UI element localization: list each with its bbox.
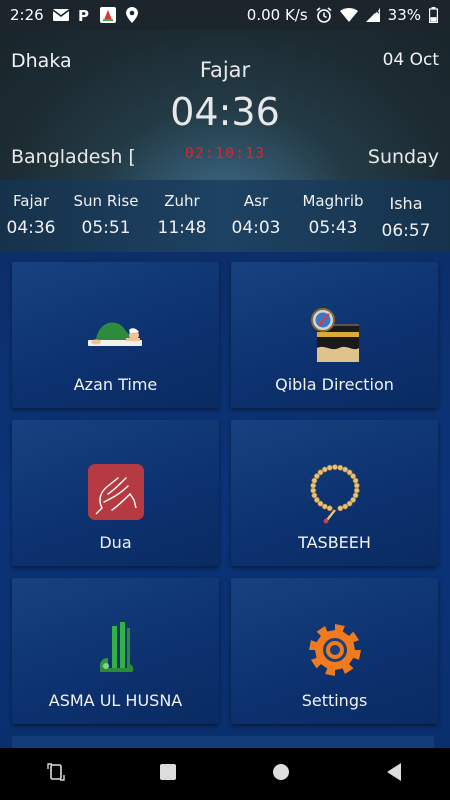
prayer-zuhr: Zuhr 11:48 [142, 192, 222, 238]
prayer-name: Isha [389, 194, 423, 213]
alarm-icon [316, 7, 332, 23]
tile-label: Dua [99, 533, 132, 552]
prayer-fajar: Fajar 04:36 [0, 192, 71, 238]
svg-text:P: P [78, 8, 89, 23]
asma-ul-husna-tile[interactable]: ASMA UL HUSNA [12, 578, 219, 724]
prayer-name: Zuhr [164, 192, 200, 210]
prayer-name: Fajar [13, 192, 49, 210]
prayer-time: 05:43 [308, 218, 358, 238]
network-speed: 0.00 K/s [246, 6, 308, 24]
tile-label: ASMA UL HUSNA [48, 691, 183, 710]
status-bar: 2:26 P 0.00 K/s 33% [0, 0, 450, 30]
prayer-times-strip: Fajar 04:36 Sun Rise 05:51 Zuhr 11:48 As… [0, 180, 450, 252]
prayer-isha: Isha 06:57 [366, 194, 446, 241]
mail-icon [52, 9, 69, 21]
dua-tile[interactable]: Dua [12, 420, 219, 566]
prayer-name: Asr [243, 192, 269, 210]
prayer-name: Sun Rise [73, 192, 139, 210]
back-icon[interactable] [385, 762, 403, 786]
praying-person-icon [12, 314, 219, 348]
parking-icon: P [78, 8, 90, 23]
tile-label: Qibla Direction [275, 375, 394, 394]
allah-calligraphy-icon [12, 620, 219, 678]
prayer-time: 06:57 [381, 221, 431, 241]
current-date: 04 Oct [382, 50, 439, 70]
prayer-maghrib: Maghrib 05:43 [293, 192, 373, 238]
prayer-asr: Asr 04:03 [216, 192, 296, 238]
status-time: 2:26 [10, 6, 44, 24]
recent-apps-icon[interactable] [159, 763, 177, 785]
azan-time-tile[interactable]: Azan Time [12, 262, 219, 408]
praying-hands-icon [12, 464, 219, 520]
navigation-bar [0, 748, 450, 800]
next-prayer-time: 04:36 [170, 90, 280, 134]
current-day: Sunday [367, 146, 439, 168]
settings-tile[interactable]: Settings [231, 578, 438, 724]
tile-label: Azan Time [73, 375, 158, 394]
prayer-sunrise: Sun Rise 05:51 [66, 192, 146, 238]
battery-percent: 33% [387, 6, 421, 24]
prayer-time: 05:51 [81, 218, 131, 238]
wifi-icon [339, 8, 358, 22]
prayer-beads-icon [231, 460, 438, 524]
prayer-time: 11:48 [157, 218, 207, 238]
rotate-icon[interactable] [47, 763, 65, 785]
signal-icon [365, 8, 380, 22]
battery-icon [429, 7, 438, 23]
prayer-name: Maghrib [302, 192, 364, 210]
next-row-tile-edge [12, 736, 434, 748]
location-icon [125, 7, 138, 23]
prayer-time: 04:03 [231, 218, 281, 238]
notification-app-icon [99, 6, 117, 24]
tasbeeh-tile[interactable]: TASBEEH [231, 420, 438, 566]
gear-icon [231, 622, 438, 678]
prayer-header: Dhaka Fajar 04 Oct 04:36 Bangladesh [ 02… [0, 30, 450, 180]
feature-grid: Azan Time Qibla Direction Dua TASBEEH AS… [0, 252, 450, 748]
tile-label: Settings [301, 691, 368, 710]
prayer-time: 04:36 [6, 218, 56, 238]
tile-label: TASBEEH [298, 533, 371, 552]
qibla-direction-tile[interactable]: Qibla Direction [231, 262, 438, 408]
home-icon[interactable] [271, 762, 291, 786]
kaaba-compass-icon [231, 304, 438, 364]
